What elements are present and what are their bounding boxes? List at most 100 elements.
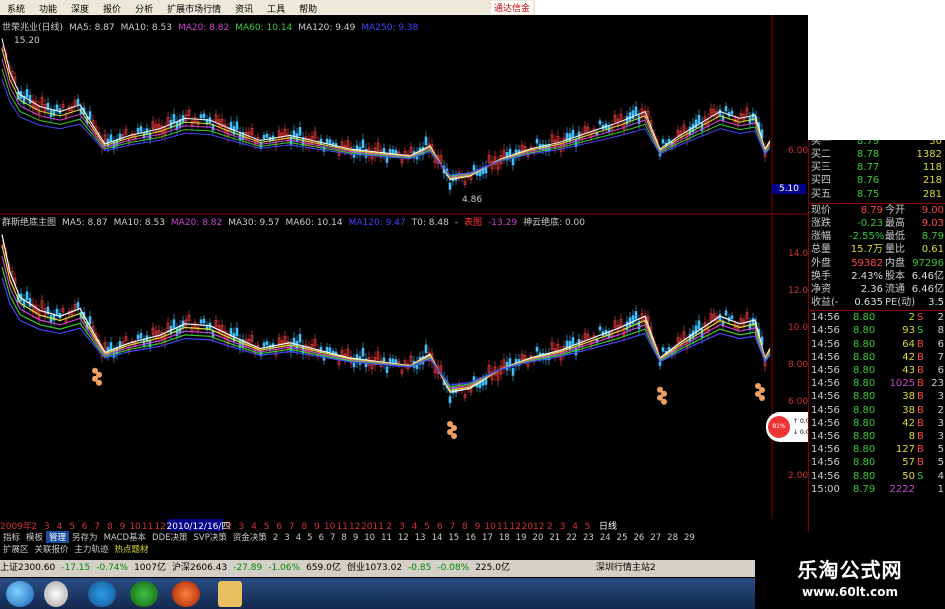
indicator-tab[interactable]: 模板 xyxy=(23,531,46,543)
orderbook-row[interactable]: 买三 8.77 118 xyxy=(809,161,945,174)
candle-body xyxy=(139,126,143,132)
indicator-tab[interactable]: 26 xyxy=(631,533,648,543)
indicator-tab[interactable]: 4 xyxy=(293,533,304,543)
candle-body xyxy=(262,342,266,347)
indicator-tab[interactable]: 另存为 xyxy=(69,531,101,543)
chart-app-icon[interactable] xyxy=(172,581,200,607)
indicator-tab[interactable]: 29 xyxy=(681,533,698,543)
folder-icon[interactable] xyxy=(218,581,242,607)
tick-side: B xyxy=(917,338,924,350)
indicator-tab[interactable]: 3 xyxy=(281,533,292,543)
indicator-tab[interactable]: 资金决策 xyxy=(230,531,270,543)
tick-side: B xyxy=(917,417,924,429)
extension-tab[interactable]: 热点题材 xyxy=(112,543,152,555)
stats-label-2: 量比 xyxy=(885,244,905,256)
tick-volume: 64 xyxy=(902,338,915,350)
indicator-tab[interactable]: 15 xyxy=(445,533,462,543)
indicator-tab[interactable]: 5 xyxy=(304,533,315,543)
menu-item-depth[interactable]: 深度 xyxy=(64,0,96,15)
indicator-tab[interactable]: 2 xyxy=(270,533,281,543)
tick-side: B xyxy=(917,351,924,363)
menu-item-tools[interactable]: 工具 xyxy=(260,0,292,15)
tick-edge: 2 xyxy=(937,312,944,324)
indicator-tab[interactable]: 7 xyxy=(327,533,338,543)
menu-item-function[interactable]: 功能 xyxy=(32,0,64,15)
menu-item-news[interactable]: 资讯 xyxy=(228,0,260,15)
indicator-tab[interactable]: 24 xyxy=(597,533,614,543)
orderbook-row[interactable]: 买五 8.75 281 xyxy=(809,188,945,201)
candle-body xyxy=(292,337,296,347)
indicator-tab[interactable]: 12 xyxy=(395,533,412,543)
indicator-tab[interactable]: 18 xyxy=(496,533,513,543)
tick-volume: 43 xyxy=(902,365,915,376)
indicator-tab[interactable]: 28 xyxy=(664,533,681,543)
indicator-tab[interactable]: 13 xyxy=(412,533,429,543)
stats-value-1: -0.23 xyxy=(857,217,883,229)
indicator-tab[interactable]: 6 xyxy=(316,533,327,543)
tick-volume: 38 xyxy=(902,391,915,403)
tick-side: B xyxy=(917,378,924,390)
extension-tab[interactable]: 扩展区 xyxy=(0,543,32,555)
indicator-tab[interactable]: 8 xyxy=(338,533,349,543)
tick-time: 14:56 xyxy=(811,365,840,376)
indicator-tab[interactable]: 27 xyxy=(647,533,664,543)
start-button-icon[interactable] xyxy=(6,581,34,607)
orderbook-row[interactable]: 买二 8.78 1382 xyxy=(809,148,945,161)
orderbook-vol: 1382 xyxy=(916,149,942,160)
extension-tab[interactable]: 主力轨迹 xyxy=(72,543,112,555)
orderbook-row-partial: 买一 8.79 50 xyxy=(809,140,945,148)
menu-item-analysis[interactable]: 分析 xyxy=(128,0,160,15)
tick-time: 14:56 xyxy=(811,470,840,482)
windows-taskbar xyxy=(0,578,760,609)
tick-row: 14:56 8.80 42 B 7 xyxy=(809,351,945,364)
status-item: 上证2300.60 xyxy=(0,563,56,573)
indicator-tab[interactable]: 22 xyxy=(563,533,580,543)
tick-time: 14:56 xyxy=(811,404,840,416)
kline-chart-canvas[interactable] xyxy=(0,15,808,519)
indicator-tab[interactable]: 20 xyxy=(530,533,547,543)
media-icon[interactable] xyxy=(130,581,158,607)
indicator-tab[interactable]: MACD基本 xyxy=(101,531,149,543)
candle-body xyxy=(292,130,296,139)
indicator-tab[interactable]: 23 xyxy=(580,533,597,543)
app-icon-1[interactable] xyxy=(44,581,68,607)
indicator-tab[interactable]: 16 xyxy=(462,533,479,543)
menu-item-ext-market[interactable]: 扩展市场行情 xyxy=(160,0,228,15)
ie-browser-icon[interactable] xyxy=(88,581,116,607)
tick-price: 8.80 xyxy=(853,338,876,350)
indicator-tab[interactable]: 10 xyxy=(361,533,378,543)
indicator-tab[interactable]: 21 xyxy=(546,533,563,543)
menu-item-system[interactable]: 系统 xyxy=(0,0,32,15)
candle-body xyxy=(598,326,602,331)
tick-time: 14:56 xyxy=(811,391,840,403)
candle-body xyxy=(109,134,113,143)
tick-row: 14:56 8.80 50 S 4 xyxy=(809,470,945,483)
stats-row: 现价 8.79 今开 9.00 xyxy=(809,204,945,217)
indicator-tab[interactable]: 11 xyxy=(378,533,395,543)
indicator-tab[interactable]: 25 xyxy=(614,533,631,543)
status-item: 深圳行情主站2 xyxy=(595,563,656,573)
indicator-tab[interactable]: 14 xyxy=(429,533,446,543)
indicator-tab[interactable]: 指标 xyxy=(0,531,23,543)
tick-price: 8.80 xyxy=(853,457,876,469)
indicator-tab[interactable]: DDE决策 xyxy=(149,531,190,543)
menu-item-quote[interactable]: 报价 xyxy=(96,0,128,15)
candle-body xyxy=(28,94,32,104)
top-chart-legend: 世荣兆业(日线) MA5: 8.87 MA10: 8.53 MA20: 8.82 MA6… xyxy=(2,20,424,33)
candle-body xyxy=(235,327,239,337)
orderbook-row[interactable]: 买四 8.76 218 xyxy=(809,174,945,187)
bottom-signal-marker xyxy=(96,379,102,386)
indicator-tab[interactable]: SVP决策 xyxy=(191,531,230,543)
tick-row: 14:56 8.80 38 B 2 xyxy=(809,404,945,417)
candle-body xyxy=(202,318,206,324)
up-arrow-icon: ↑ xyxy=(793,418,799,425)
indicator-tab[interactable]: 19 xyxy=(513,533,530,543)
menu-item-help[interactable]: 帮助 xyxy=(292,0,324,15)
indicator-tab[interactable]: 17 xyxy=(479,533,496,543)
candle-body xyxy=(724,310,728,316)
legend-ma20: MA20: 8.82 xyxy=(177,23,230,33)
indicator-tab[interactable]: 管理 xyxy=(46,531,70,543)
indicator-tab[interactable]: 9 xyxy=(350,533,361,543)
tick-side: B xyxy=(917,444,924,456)
extension-tab[interactable]: 关联报价 xyxy=(32,543,72,555)
